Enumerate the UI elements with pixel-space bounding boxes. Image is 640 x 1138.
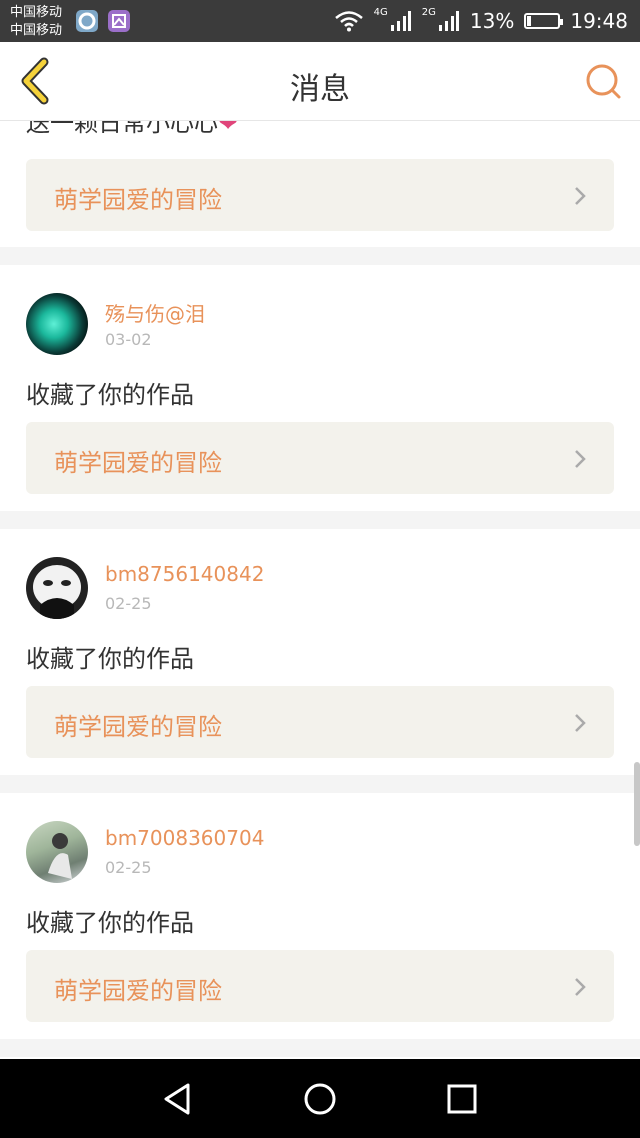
battery-icon <box>524 13 564 29</box>
username[interactable]: bm8756140842 <box>105 562 264 586</box>
battery-fill <box>527 16 532 26</box>
work-title: 萌学园爱的冒险 <box>54 977 222 1005</box>
signal-icon-1 <box>390 11 411 31</box>
work-title: 萌学园爱的冒险 <box>54 186 222 214</box>
chevron-right-icon <box>575 714 586 732</box>
message-text-content: 送一颗日常小心心 <box>26 121 218 137</box>
gallery-app-icon <box>108 10 130 32</box>
message-date: 02-25 <box>105 858 152 877</box>
work-link[interactable]: 萌学园爱的冒险 <box>26 686 614 758</box>
network-type-2: 2G <box>421 6 436 18</box>
work-title: 萌学园爱的冒险 <box>54 449 222 477</box>
signal-icon-2 <box>438 11 459 31</box>
chevron-right-icon <box>575 450 586 468</box>
message-card: bm8756140842 02-25 收藏了你的作品 萌学园爱的冒险 <box>0 529 640 775</box>
back-triangle-icon <box>164 1083 190 1115</box>
mask-avatar-image <box>33 565 81 619</box>
username[interactable]: 殇与伤@泪 <box>105 298 205 327</box>
photo-avatar-image <box>48 833 72 879</box>
status-right: 4G 2G 13% 19:48 <box>334 6 628 36</box>
wifi-icon <box>334 11 363 32</box>
message-card-partial: 送一颗日常小心心❤ 萌学园爱的冒险 <box>0 121 640 247</box>
battery-percent: 13% <box>469 9 515 33</box>
system-recents-button[interactable] <box>442 1079 482 1119</box>
message-action: 收藏了你的作品 <box>26 645 194 673</box>
message-feed[interactable]: 送一颗日常小心心❤ 萌学园爱的冒险 殇与伤@泪 03-02 收藏了你的作品 萌学… <box>0 121 640 1059</box>
carrier-labels: 中国移动 中国移动 <box>10 4 62 40</box>
network-type-1: 4G <box>373 6 388 18</box>
work-link[interactable]: 萌学园爱的冒险 <box>26 950 614 1022</box>
browser-app-icon <box>76 10 98 32</box>
page-title: 消息 <box>290 72 350 107</box>
message-date: 02-25 <box>105 594 152 613</box>
avatar[interactable] <box>26 293 88 355</box>
home-circle-icon <box>304 1083 336 1115</box>
system-home-button[interactable] <box>300 1079 340 1119</box>
carrier-2: 中国移动 <box>10 23 63 38</box>
heart-emoji: ❤ <box>218 121 239 137</box>
work-title: 萌学园爱的冒险 <box>54 713 222 741</box>
chevron-right-icon <box>575 978 586 996</box>
search-icon <box>586 64 621 99</box>
clock: 19:48 <box>570 9 628 33</box>
avatar[interactable] <box>26 821 88 883</box>
chevron-right-icon <box>575 187 586 205</box>
recents-square-icon <box>447 1084 477 1114</box>
scrollbar[interactable] <box>634 762 640 846</box>
system-nav-bar <box>0 1059 640 1138</box>
username[interactable]: bm7008360704 <box>105 826 264 850</box>
system-back-button[interactable] <box>158 1079 198 1119</box>
message-card: 殇与伤@泪 03-02 收藏了你的作品 萌学园爱的冒险 <box>0 265 640 511</box>
search-button[interactable] <box>582 60 626 104</box>
message-card: bm7008360704 02-25 收藏了你的作品 萌学园爱的冒险 <box>0 793 640 1039</box>
top-nav-bar: 消息 <box>0 42 640 121</box>
work-link[interactable]: 萌学园爱的冒险 <box>26 422 614 494</box>
message-action: 收藏了你的作品 <box>26 909 194 937</box>
avatar[interactable] <box>26 557 88 619</box>
message-text: 送一颗日常小心心❤ <box>26 121 238 138</box>
carrier-1: 中国移动 <box>10 5 63 20</box>
message-date: 03-02 <box>105 330 152 349</box>
message-action: 收藏了你的作品 <box>26 381 194 409</box>
work-link[interactable]: 萌学园爱的冒险 <box>26 159 614 231</box>
status-bar: 中国移动 中国移动 4G 2G 13% 19:48 <box>0 0 640 42</box>
